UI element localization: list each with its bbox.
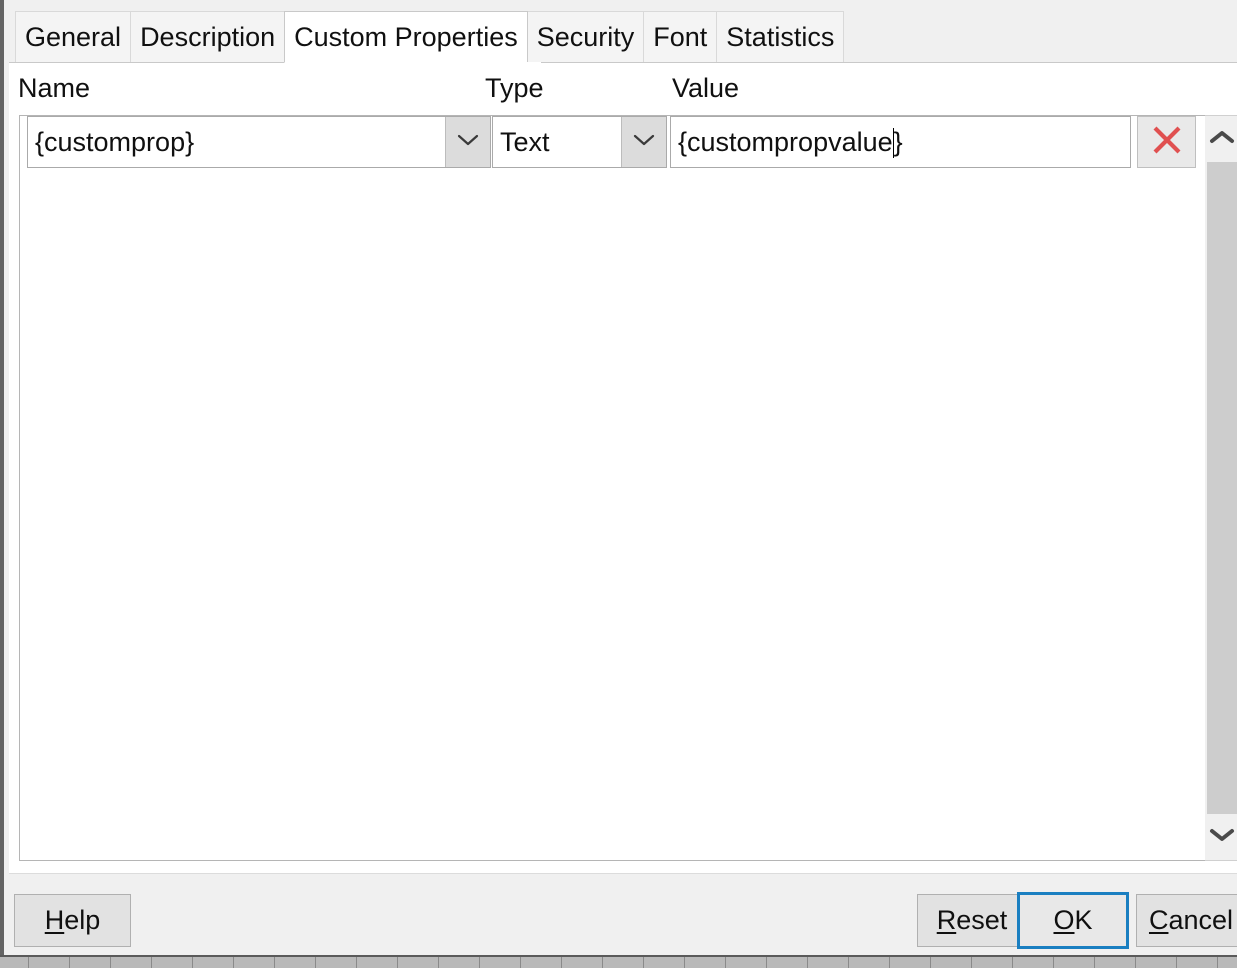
taskbar-tick <box>192 957 193 968</box>
property-type-value[interactable]: Text <box>493 117 621 167</box>
bottom-taskbar-strip <box>0 955 1237 968</box>
dialog-footer: Help Reset OK Cancel <box>9 873 1237 955</box>
tab-security-label: Security <box>536 21 635 52</box>
help-label-rest: elp <box>64 905 101 935</box>
property-name-dropdown-button[interactable] <box>445 117 490 167</box>
scrollbar-track[interactable] <box>1207 162 1237 814</box>
table-row: {customprop} Text {custompropvalue} <box>20 116 1206 172</box>
chevron-down-icon <box>633 133 655 152</box>
taskbar-tick <box>520 957 521 968</box>
properties-list-scrollbar[interactable] <box>1205 115 1237 861</box>
red-x-icon <box>1150 123 1184 162</box>
scroll-down-button[interactable] <box>1205 814 1237 860</box>
taskbar-tick <box>274 957 275 968</box>
taskbar-tick <box>356 957 357 968</box>
column-headers: Name Type Value <box>9 71 1237 111</box>
taskbar-tick <box>602 957 603 968</box>
taskbar-tick <box>110 957 111 968</box>
property-value-text-before-caret: {custompropvalue <box>678 126 893 157</box>
ok-mnemonic: O <box>1053 905 1075 935</box>
taskbar-tick <box>1176 957 1177 968</box>
chevron-down-icon <box>1209 827 1235 848</box>
column-header-type: Type <box>485 73 544 103</box>
tab-font[interactable]: Font <box>643 11 718 63</box>
help-mnemonic: H <box>44 905 65 935</box>
tab-description-label: Description <box>140 21 276 52</box>
taskbar-tick <box>766 957 767 968</box>
tab-general-label: General <box>25 21 122 52</box>
reset-mnemonic: R <box>936 905 957 935</box>
property-type-combo[interactable]: Text <box>492 116 667 168</box>
taskbar-tick <box>684 957 685 968</box>
tab-description[interactable]: Description <box>130 11 286 63</box>
tab-custom-properties-label: Custom Properties <box>294 21 518 52</box>
column-header-name: Name <box>18 73 91 103</box>
tab-security[interactable]: Security <box>526 11 645 63</box>
taskbar-tick <box>807 957 808 968</box>
taskbar-tick <box>889 957 890 968</box>
custom-properties-panel: Name Type Value {customprop} Text {custo… <box>9 62 1237 931</box>
help-button[interactable]: Help <box>14 894 131 947</box>
chevron-down-icon <box>457 133 479 152</box>
property-value-input[interactable]: {custompropvalue} <box>670 116 1131 168</box>
taskbar-tick <box>69 957 70 968</box>
active-tab-bleed <box>285 62 541 64</box>
reset-button[interactable]: Reset <box>917 894 1027 947</box>
taskbar-tick <box>1053 957 1054 968</box>
taskbar-tick <box>930 957 931 968</box>
taskbar-tick <box>561 957 562 968</box>
cancel-button[interactable]: Cancel <box>1136 894 1237 947</box>
tab-general[interactable]: General <box>15 11 132 63</box>
properties-list <box>19 115 1206 861</box>
chevron-up-icon <box>1209 129 1235 150</box>
taskbar-tick <box>1135 957 1136 968</box>
taskbar-tick <box>643 957 644 968</box>
cancel-mnemonic: C <box>1148 905 1169 935</box>
taskbar-tick <box>1217 957 1218 968</box>
tab-font-label: Font <box>653 21 708 52</box>
taskbar-tick <box>397 957 398 968</box>
taskbar-tick <box>725 957 726 968</box>
cancel-label-rest: ancel <box>1168 905 1234 935</box>
taskbar-tick <box>971 957 972 968</box>
taskbar-tick <box>1094 957 1095 968</box>
reset-label-rest: eset <box>956 905 1008 935</box>
tab-list: General Description Custom Properties Se… <box>15 11 845 63</box>
taskbar-tick <box>28 957 29 968</box>
ok-button[interactable]: OK <box>1017 892 1129 949</box>
text-caret <box>892 128 894 158</box>
taskbar-tick <box>233 957 234 968</box>
tab-statistics[interactable]: Statistics <box>716 11 845 63</box>
column-header-value: Value <box>672 73 740 103</box>
property-value-text-after-caret: } <box>893 126 903 157</box>
ok-label-rest: K <box>1074 905 1093 935</box>
tab-strip: General Description Custom Properties Se… <box>9 0 1237 66</box>
scroll-up-button[interactable] <box>1205 116 1237 162</box>
taskbar-tick <box>848 957 849 968</box>
property-name-combo[interactable]: {customprop} <box>27 116 491 168</box>
taskbar-tick <box>315 957 316 968</box>
property-name-value[interactable]: {customprop} <box>28 117 445 167</box>
tab-custom-properties[interactable]: Custom Properties <box>284 11 528 63</box>
taskbar-tick <box>1012 957 1013 968</box>
properties-dialog-window: General Description Custom Properties Se… <box>0 0 1237 968</box>
taskbar-tick <box>151 957 152 968</box>
taskbar-tick <box>479 957 480 968</box>
property-type-dropdown-button[interactable] <box>621 117 666 167</box>
taskbar-tick <box>438 957 439 968</box>
tab-statistics-label: Statistics <box>726 21 835 52</box>
remove-property-button[interactable] <box>1137 116 1196 168</box>
dialog-body: General Description Custom Properties Se… <box>9 0 1237 955</box>
